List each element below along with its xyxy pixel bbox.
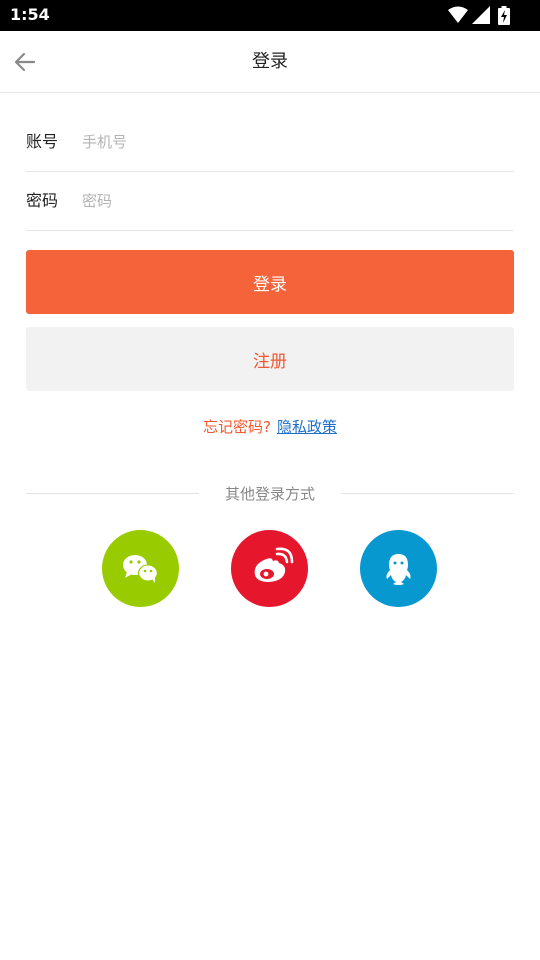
login-screen: 1:54 登录 账号 密码	[0, 0, 540, 960]
password-row: 密码	[26, 172, 514, 231]
account-input[interactable]	[82, 122, 502, 162]
weibo-login-button[interactable]	[231, 530, 308, 607]
battery-icon	[498, 6, 510, 25]
weibo-icon	[254, 547, 294, 582]
qq-login-button[interactable]	[360, 530, 437, 607]
back-button[interactable]	[8, 45, 42, 79]
page-title: 登录	[252, 51, 288, 72]
other-login-title: 其他登录方式	[224, 485, 315, 503]
app-header: 登录	[0, 31, 540, 93]
wechat-icon	[123, 555, 158, 583]
wechat-login-button[interactable]	[102, 530, 179, 607]
privacy-policy-link[interactable]: 隐私政策	[277, 418, 337, 436]
account-row: 账号	[26, 113, 514, 172]
password-input[interactable]	[82, 181, 502, 221]
auth-links: 忘记密码? 隐私政策	[0, 416, 540, 438]
register-button[interactable]: 注册	[26, 327, 514, 391]
forgot-password-link[interactable]: 忘记密码?	[203, 418, 271, 436]
status-bar: 1:54	[0, 0, 540, 31]
qq-icon	[386, 554, 411, 585]
password-label: 密码	[26, 191, 59, 210]
wifi-icon	[448, 6, 468, 23]
account-label: 账号	[26, 132, 59, 151]
status-time: 1:54	[10, 5, 50, 24]
cell-signal-icon	[472, 6, 490, 24]
login-button[interactable]: 登录	[26, 250, 514, 314]
back-arrow-icon	[14, 52, 36, 72]
